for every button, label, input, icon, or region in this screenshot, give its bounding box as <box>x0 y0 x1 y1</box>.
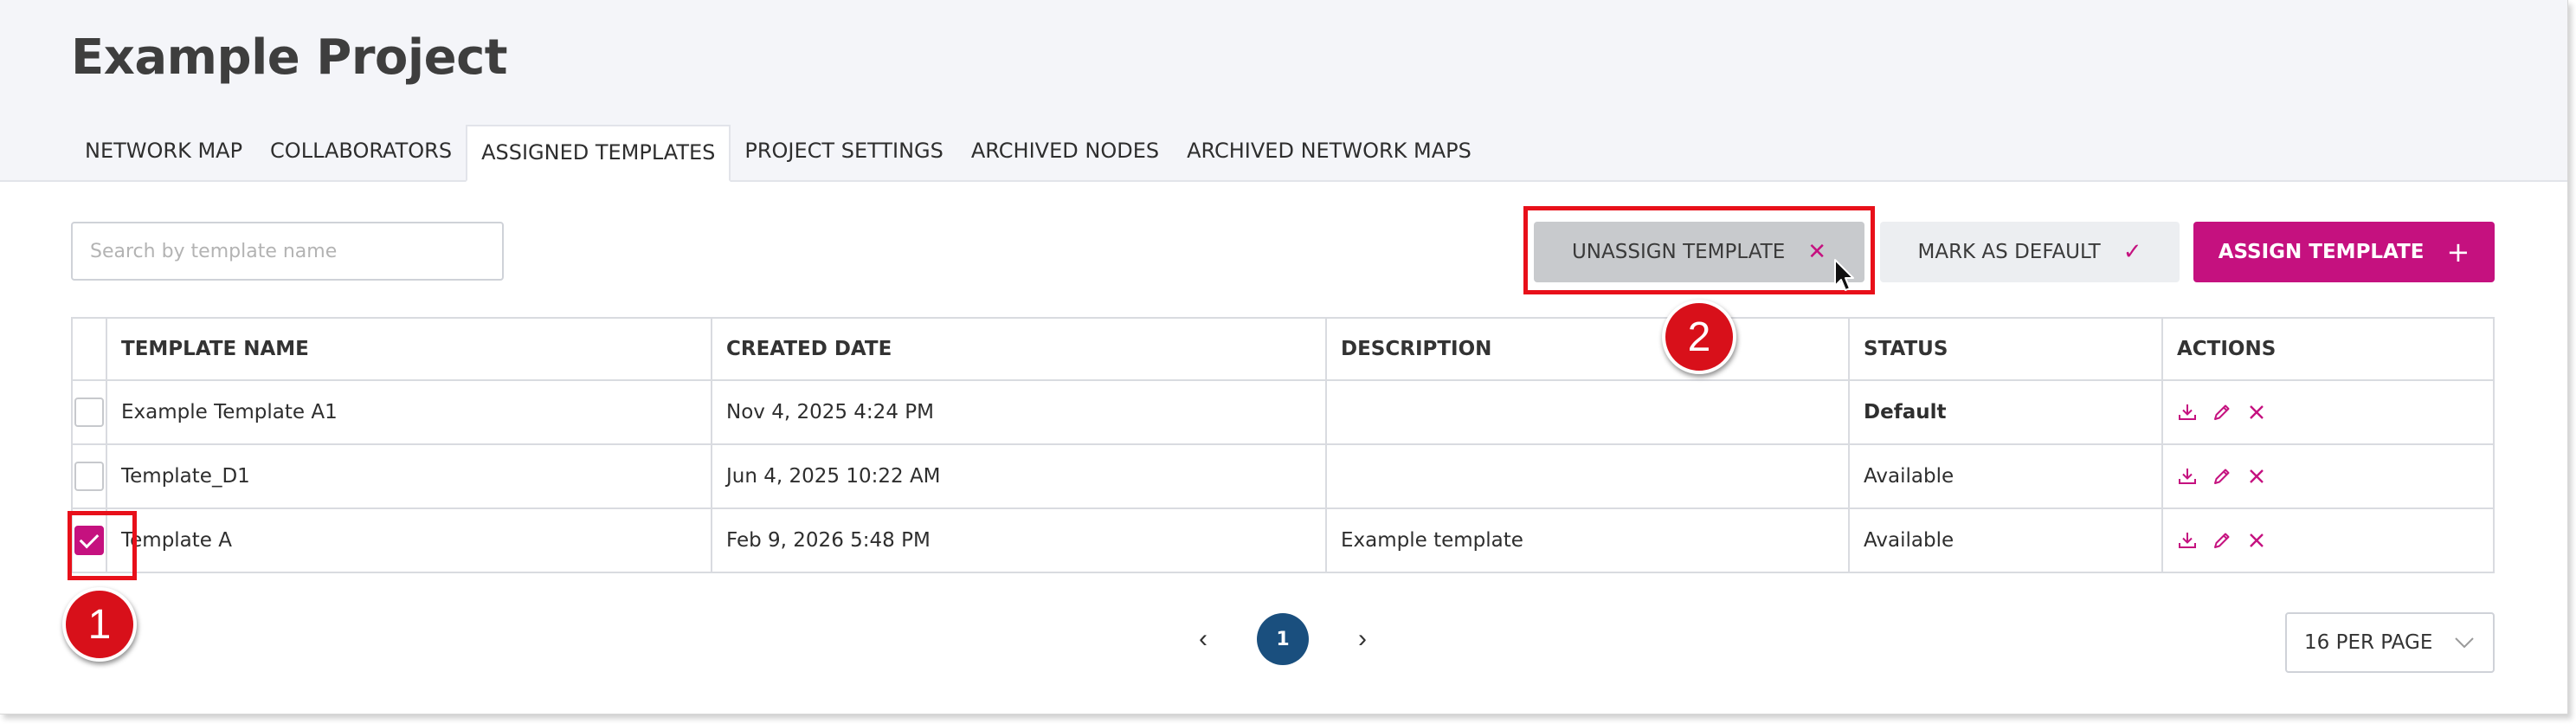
template-name: Example Template A1 <box>106 379 712 445</box>
description <box>1325 443 1850 509</box>
description <box>1325 379 1850 445</box>
template-name: Template_D1 <box>106 443 712 509</box>
row-actions <box>2177 402 2479 423</box>
download-icon[interactable] <box>2177 466 2198 487</box>
remove-x-icon[interactable] <box>2246 466 2267 487</box>
tab-project-settings[interactable]: PROJECT SETTINGS <box>731 125 957 180</box>
chevron-down-icon <box>2455 637 2474 649</box>
project-header: Example Project NETWORK MAP COLLABORATOR… <box>0 0 2567 182</box>
mark-as-default-label: MARK AS DEFAULT <box>1917 241 2101 263</box>
description: Example template <box>1325 507 1850 573</box>
chevron-right-icon[interactable]: › <box>1345 624 1380 654</box>
status: Available <box>1848 507 2163 573</box>
table-row[interactable]: Example Template A1 Nov 4, 2025 4:24 PM … <box>71 379 2495 445</box>
step-1-highlight <box>68 511 137 580</box>
tab-assigned-templates[interactable]: ASSIGNED TEMPLATES <box>466 125 731 182</box>
row-checkbox[interactable] <box>74 398 104 427</box>
page-title: Example Project <box>71 29 508 86</box>
column-header-description[interactable]: DESCRIPTION <box>1325 317 1850 381</box>
column-header-actions: ACTIONS <box>2161 317 2495 381</box>
step-2-highlight <box>1523 206 1875 294</box>
table-header-row: TEMPLATE NAME CREATED DATE DESCRIPTION S… <box>71 317 2495 381</box>
page-number-current[interactable]: 1 <box>1257 613 1309 665</box>
created-date: Nov 4, 2025 4:24 PM <box>711 379 1327 445</box>
assign-template-button[interactable]: ASSIGN TEMPLATE + <box>2193 222 2495 282</box>
plus-icon: + <box>2446 236 2470 268</box>
mouse-pointer-icon <box>1834 259 1854 291</box>
assign-template-label: ASSIGN TEMPLATE <box>2218 241 2425 263</box>
templates-table: TEMPLATE NAME CREATED DATE DESCRIPTION S… <box>71 317 2495 573</box>
per-page-select[interactable]: 16 PER PAGE <box>2285 612 2495 673</box>
pagination: ‹ 1 › <box>1186 613 1380 665</box>
per-page-value: 16 PER PAGE <box>2304 631 2433 654</box>
column-header-created-date[interactable]: CREATED DATE <box>711 317 1327 381</box>
select-column-header <box>71 317 107 381</box>
mark-as-default-button[interactable]: MARK AS DEFAULT ✓ <box>1880 222 2180 282</box>
status: Default <box>1848 379 2163 445</box>
edit-pencil-icon[interactable] <box>2212 530 2232 551</box>
remove-x-icon[interactable] <box>2246 530 2267 551</box>
edit-pencil-icon[interactable] <box>2212 402 2232 423</box>
created-date: Jun 4, 2025 10:22 AM <box>711 443 1327 509</box>
tab-archived-nodes[interactable]: ARCHIVED NODES <box>957 125 1173 180</box>
tab-bar: NETWORK MAP COLLABORATORS ASSIGNED TEMPL… <box>71 125 1485 182</box>
download-icon[interactable] <box>2177 530 2198 551</box>
row-checkbox[interactable] <box>74 462 104 491</box>
download-icon[interactable] <box>2177 402 2198 423</box>
remove-x-icon[interactable] <box>2246 402 2267 423</box>
status: Available <box>1848 443 2163 509</box>
check-icon: ✓ <box>2122 239 2142 265</box>
app-window: Example Project NETWORK MAP COLLABORATOR… <box>0 0 2568 714</box>
created-date: Feb 9, 2026 5:48 PM <box>711 507 1327 573</box>
template-name: Template A <box>106 507 712 573</box>
table-row[interactable]: Template_D1 Jun 4, 2025 10:22 AM Availab… <box>71 443 2495 509</box>
table-row[interactable]: Template A Feb 9, 2026 5:48 PM Example t… <box>71 507 2495 573</box>
step-1-badge: 1 <box>62 587 137 662</box>
chevron-left-icon[interactable]: ‹ <box>1186 624 1220 654</box>
tab-collaborators[interactable]: COLLABORATORS <box>256 125 466 180</box>
step-2-badge: 2 <box>1662 300 1736 374</box>
column-header-status[interactable]: STATUS <box>1848 317 2163 381</box>
edit-pencil-icon[interactable] <box>2212 466 2232 487</box>
column-header-template-name[interactable]: TEMPLATE NAME <box>106 317 712 381</box>
tab-archived-network-maps[interactable]: ARCHIVED NETWORK MAPS <box>1173 125 1485 180</box>
row-actions <box>2177 530 2479 551</box>
tab-network-map[interactable]: NETWORK MAP <box>71 125 256 180</box>
row-actions <box>2177 466 2479 487</box>
search-input[interactable] <box>71 222 504 281</box>
